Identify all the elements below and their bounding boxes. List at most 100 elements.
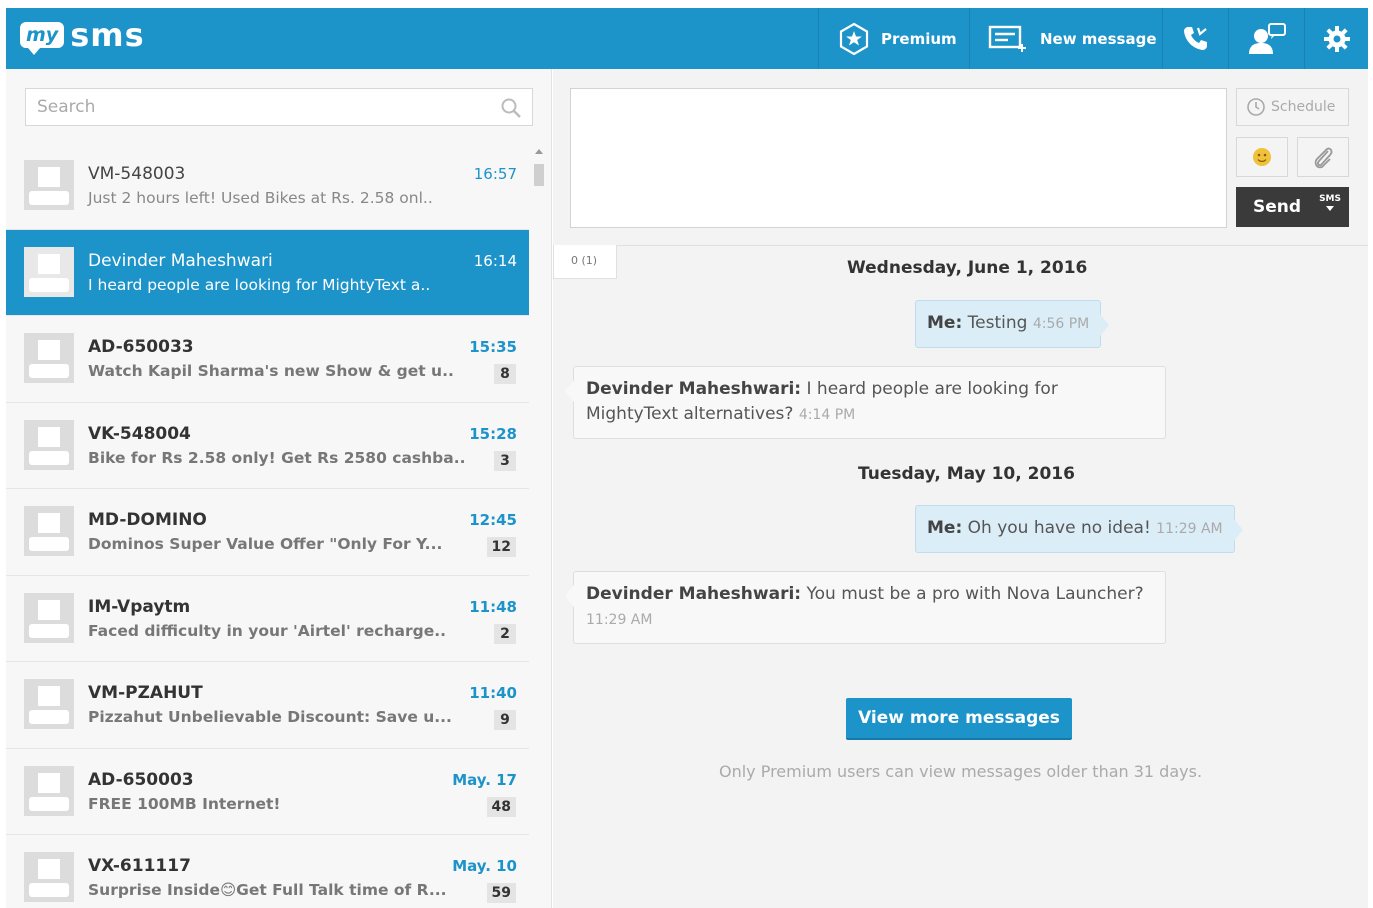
search-box <box>25 88 533 126</box>
logo-badge: my <box>20 22 65 55</box>
conversation-item[interactable]: VM-548003 Just 2 hours left! Used Bikes … <box>6 143 529 230</box>
outgoing-message[interactable]: Me: Oh you have no idea! 11:29 AM <box>915 505 1243 553</box>
conversation-snippet: Pizzahut Unbelievable Discount: Save u..… <box>88 708 452 726</box>
incoming-message[interactable]: Devinder Maheshwari: You must be a pro w… <box>565 571 1166 644</box>
message-time: 4:56 PM <box>1032 316 1090 332</box>
message-compose-box <box>570 88 1227 228</box>
conversation-time: 11:40 <box>469 684 517 702</box>
send-type-dropdown[interactable]: SMS <box>1319 194 1341 211</box>
new-message-button[interactable]: New message <box>969 8 1162 69</box>
person-icon <box>29 167 69 205</box>
conversation-item[interactable]: VX-611117 Surprise Inside😊Get Full Talk … <box>6 835 529 908</box>
avatar <box>24 592 74 643</box>
conversation-time: 16:57 <box>473 165 517 183</box>
avatar <box>24 852 74 902</box>
person-icon <box>29 340 69 378</box>
search-icon[interactable] <box>500 97 522 119</box>
send-type-label: SMS <box>1319 194 1341 204</box>
unread-count-badge: 59 <box>486 883 516 903</box>
thread-panel: Schedule Send SMS 0 (1) Wednesday, June … <box>553 69 1368 908</box>
app-logo[interactable]: my sms <box>20 19 145 55</box>
new-message-icon <box>988 25 1026 52</box>
conversation-name: AD-650033 <box>88 337 194 357</box>
date-separator: Wednesday, June 1, 2016 <box>847 258 1088 278</box>
call-icon <box>1183 26 1207 50</box>
scroll-thumb[interactable] <box>534 164 544 186</box>
schedule-label: Schedule <box>1271 99 1336 115</box>
message-text: Testing <box>967 313 1028 333</box>
conversation-name: Devinder Maheshwari <box>88 250 273 271</box>
outgoing-message[interactable]: Me: Testing 4:56 PM <box>915 300 1110 348</box>
send-button[interactable]: Send SMS <box>1236 187 1349 227</box>
unread-count-badge: 3 <box>494 450 516 471</box>
person-icon <box>29 253 69 292</box>
message-sender: Me: <box>927 518 963 538</box>
person-icon <box>29 426 69 465</box>
search-input[interactable] <box>26 89 486 125</box>
conversation-snippet: Dominos Super Value Offer "Only For Y... <box>88 535 443 553</box>
emoji-button[interactable] <box>1236 137 1288 177</box>
character-count: 0 (1) <box>553 245 617 279</box>
message-time: 11:29 AM <box>1156 521 1223 537</box>
conversation-item[interactable]: VM-PZAHUT Pizzahut Unbelievable Discount… <box>6 662 529 749</box>
contacts-icon <box>1248 22 1286 54</box>
scroll-up-arrow-icon[interactable] <box>535 149 543 154</box>
conversation-snippet: FREE 100MB Internet! <box>88 794 281 813</box>
conversation-time: 16:14 <box>473 251 517 270</box>
schedule-button[interactable]: Schedule <box>1236 88 1349 126</box>
conversation-item[interactable]: AD-650003 FREE 100MB Internet! May. 17 4… <box>6 748 529 835</box>
gear-icon <box>1323 25 1350 52</box>
unread-count-badge: 2 <box>494 623 516 644</box>
conversation-item[interactable]: VK-548004 Bike for Rs 2.58 only! Get Rs … <box>6 402 529 489</box>
conversation-name: VM-PZAHUT <box>88 683 203 703</box>
unread-count-badge: 12 <box>486 537 516 557</box>
conversation-panel: VM-548003 Just 2 hours left! Used Bikes … <box>6 69 552 908</box>
conversation-time: 15:35 <box>469 338 517 356</box>
send-label: Send <box>1253 197 1302 217</box>
premium-notice: Only Premium users can view messages old… <box>718 762 1203 781</box>
conversation-item[interactable]: IM-Vpaytm Faced difficulty in your 'Airt… <box>6 575 529 662</box>
conversation-snippet: Faced difficulty in your 'Airtel' rechar… <box>88 621 446 640</box>
premium-star-icon <box>839 22 869 55</box>
conversation-item[interactable]: AD-650033 Watch Kapil Sharma's new Show … <box>6 316 529 403</box>
person-icon <box>29 772 69 811</box>
premium-label: Premium <box>881 29 957 48</box>
conversation-name: VM-548003 <box>88 164 186 184</box>
message-input[interactable] <box>571 89 1226 227</box>
avatar <box>24 160 74 210</box>
conversation-time: 15:28 <box>469 424 517 443</box>
view-more-messages-button[interactable]: View more messages <box>846 698 1072 740</box>
contacts-button[interactable] <box>1228 8 1304 69</box>
message-sender: Devinder Maheshwari: <box>586 379 802 399</box>
conversation-item[interactable]: MD-DOMINO Dominos Super Value Offer "Onl… <box>6 489 529 576</box>
conversation-name: AD-650003 <box>88 769 194 790</box>
message-time: 4:14 PM <box>798 407 856 423</box>
clock-icon <box>1247 98 1265 116</box>
unread-count-badge: 8 <box>494 364 516 384</box>
conversation-snippet: Bike for Rs 2.58 only! Get Rs 2580 cashb… <box>88 448 466 467</box>
incoming-message[interactable]: Devinder Maheshwari: I heard people are … <box>565 366 1166 439</box>
premium-button[interactable]: Premium <box>818 8 969 69</box>
conversation-item-selected[interactable]: Devinder Maheshwari I heard people are l… <box>6 229 529 316</box>
conversation-time: 11:48 <box>469 597 517 616</box>
message-text: You must be a pro with Nova Launcher? <box>806 584 1144 604</box>
new-message-label: New message <box>1040 29 1157 48</box>
conversation-name: IM-Vpaytm <box>88 596 191 617</box>
avatar <box>24 333 74 383</box>
conversation-time: May. 17 <box>452 770 517 789</box>
conversation-time: May. 10 <box>452 857 517 875</box>
date-separator: Tuesday, May 10, 2016 <box>858 464 1075 484</box>
conversation-snippet: Surprise Inside😊Get Full Talk time of R.… <box>88 881 447 899</box>
unread-count-badge: 9 <box>494 710 516 730</box>
attach-button[interactable] <box>1297 137 1349 177</box>
person-icon <box>29 599 69 638</box>
person-icon <box>29 513 69 551</box>
compose-divider <box>553 245 1368 246</box>
message-sender: Devinder Maheshwari: <box>586 584 802 604</box>
conversation-scrollbar[interactable] <box>534 149 544 908</box>
message-time: 11:29 AM <box>586 612 653 628</box>
avatar <box>24 679 74 729</box>
settings-button[interactable] <box>1304 8 1368 69</box>
calls-button[interactable] <box>1162 8 1228 69</box>
avatar <box>24 765 74 816</box>
